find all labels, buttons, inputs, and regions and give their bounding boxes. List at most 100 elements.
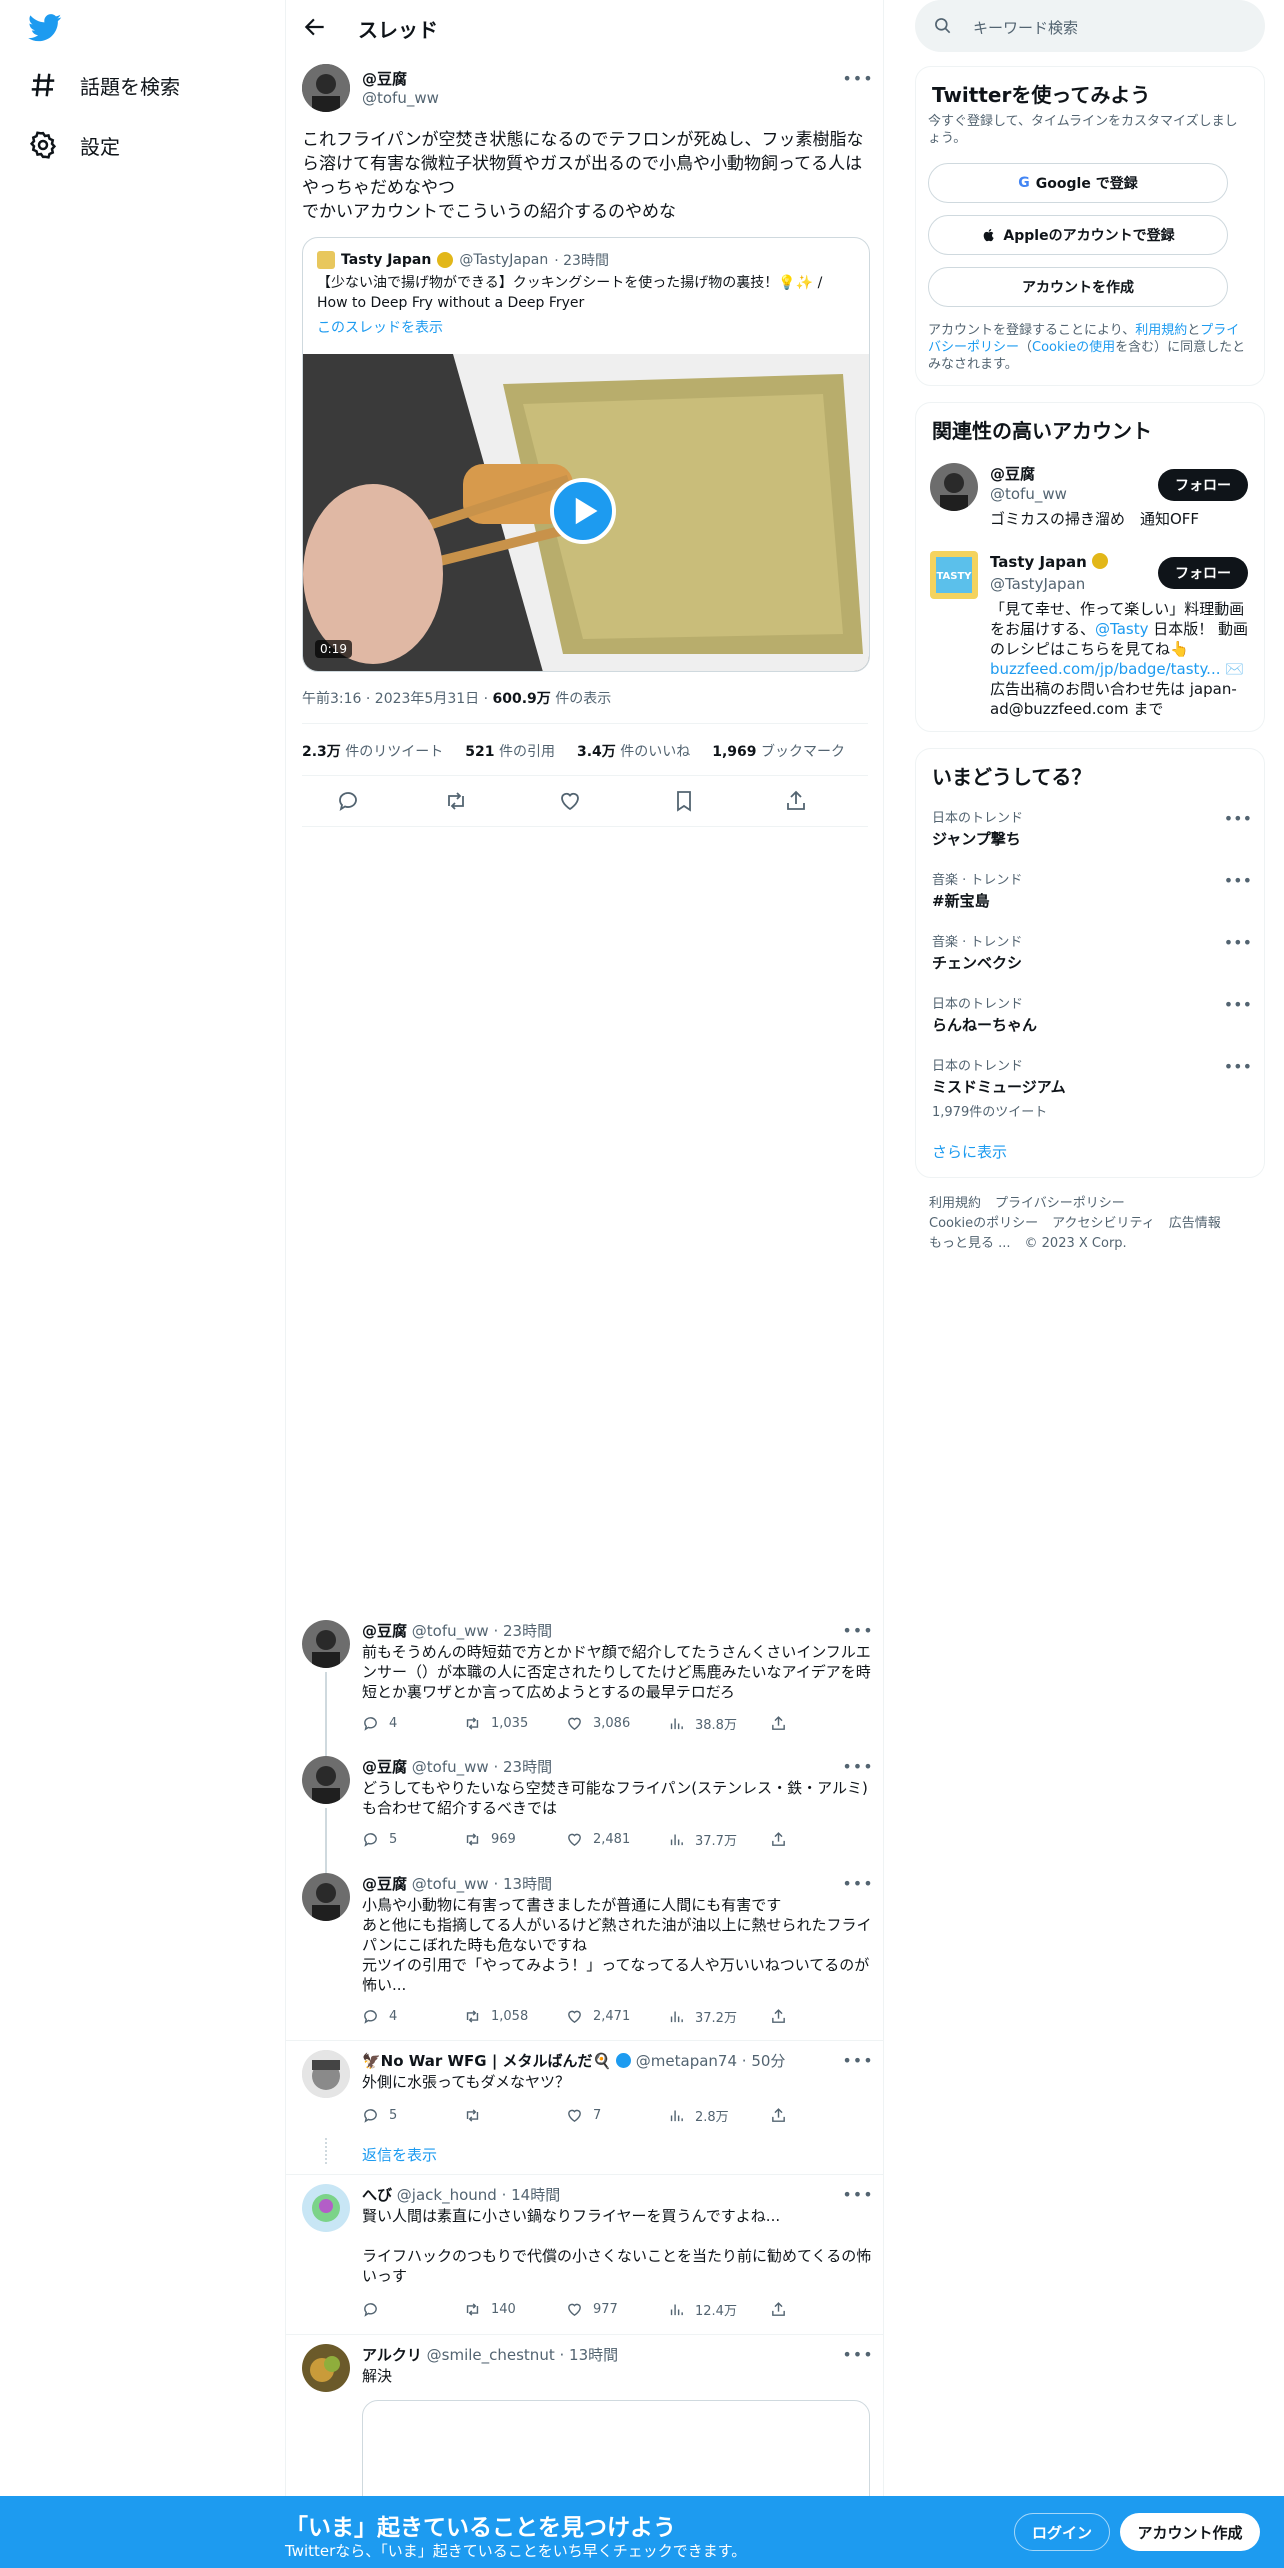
like-count[interactable]: 3,086 [566,1714,668,1733]
twitter-logo-icon[interactable] [28,14,62,42]
trends-card: いまどうしてる？ 日本のトレンド ジャンプ撃ち ••• 音楽 · トレンド #新宝島 •… [915,748,1265,1178]
more-options-icon[interactable]: ••• [842,1618,872,1642]
reply-header: アルクリ @smile_chestnut · 13時間 [362,2346,619,2364]
gear-icon [29,131,57,159]
like-count[interactable]: 2,481 [566,1830,668,1849]
thread-connector [325,2138,327,2164]
mention-link[interactable]: @Tasty [1095,620,1148,638]
login-button[interactable]: ログイン [1014,2513,1110,2551]
share-button[interactable] [770,2106,872,2125]
signup-button[interactable]: アカウント作成 [1120,2513,1260,2551]
retweet-count[interactable] [464,2106,566,2125]
trend-item[interactable]: 音楽 · トレンド #新宝島 ••• [932,869,1252,911]
like-count[interactable]: 977 [566,2300,668,2319]
share-icon[interactable] [784,789,808,813]
avatar[interactable]: TASTY [930,551,978,599]
view-count[interactable]: 12.4万 [668,2300,770,2319]
view-count[interactable]: 2.8万 [668,2106,770,2125]
apple-signup-button[interactable]: Appleのアカウントで登録 [928,215,1228,255]
share-button[interactable] [770,1714,872,1733]
avatar[interactable] [302,64,350,112]
footer-more-link[interactable]: もっと見る ... [929,1236,1011,1251]
more-options-icon[interactable]: ••• [842,1871,872,1895]
like-count[interactable]: 2,471 [566,2007,668,2026]
retweet-count[interactable]: 1,058 [464,2007,566,2026]
follow-button[interactable]: フォロー [1158,469,1248,501]
avatar[interactable] [302,1620,350,1668]
reply-count[interactable]: 5 [362,2106,464,2125]
quotes-stat[interactable]: 521 件の引用 [465,741,555,761]
footer-privacy-link[interactable]: プライバシーポリシー [995,1196,1125,1211]
view-count[interactable]: 37.2万 [668,2007,770,2026]
retweet-count[interactable]: 1,035 [464,1714,566,1733]
trend-item[interactable]: 日本のトレンド らんねーちゃん ••• [932,993,1252,1035]
create-account-button[interactable]: アカウントを作成 [928,267,1228,307]
reply-actions: 5 969 2,481 37.7万 [362,1830,872,1849]
account-handle[interactable]: @TastyJapan [990,575,1085,593]
follow-button[interactable]: フォロー [1158,557,1248,589]
account-name[interactable]: @豆腐 [990,463,1035,484]
footer-cookie-link[interactable]: Cookieのポリシー [929,1216,1038,1231]
show-thread-link[interactable]: このスレッドを表示 [317,317,443,337]
avatar[interactable] [930,463,978,511]
quoted-tweet[interactable]: Tasty Japan @TastyJapan · 23時間 【少ない油で揚げ物… [302,237,870,672]
more-options-icon[interactable]: ••• [1224,809,1252,828]
nav-settings[interactable]: 設定 [28,130,120,160]
back-arrow-icon[interactable] [302,14,328,40]
footer-ads-link[interactable]: 広告情報 [1169,1216,1221,1231]
reply-icon[interactable] [336,789,360,813]
tweet-timestamp[interactable]: 午前3:16 · 2023年5月31日 · [302,691,493,707]
more-options-icon[interactable]: ••• [1224,933,1252,952]
author-name[interactable]: @豆腐 [362,68,407,89]
reply-count[interactable]: 5 [362,1830,464,1849]
avatar[interactable] [302,1756,350,1804]
terms-link[interactable]: 利用規約 [1135,323,1187,338]
show-replies-link[interactable]: 返信を表示 [362,2144,437,2165]
reply-count[interactable]: 4 [362,1714,464,1733]
author-handle[interactable]: @tofu_ww [362,89,439,107]
retweets-stat[interactable]: 2.3万 件のリツイート [302,741,443,761]
more-options-icon[interactable]: ••• [1224,995,1252,1014]
retweet-count[interactable]: 140 [464,2300,566,2319]
avatar[interactable] [302,1873,350,1921]
share-button[interactable] [770,2007,872,2026]
trend-item[interactable]: 日本のトレンド ジャンプ撃ち ••• [932,807,1252,849]
view-count[interactable]: 37.7万 [668,1830,770,1849]
trend-item[interactable]: 日本のトレンド ミスドミュージアム 1,979件のツイート ••• [932,1055,1252,1120]
like-count[interactable]: 7 [566,2106,668,2125]
more-options-icon[interactable]: ••• [842,2048,872,2072]
account-name[interactable]: Tasty Japan [990,553,1108,571]
more-options-icon[interactable]: ••• [842,2342,872,2366]
view-count[interactable]: 38.8万 [668,1714,770,1733]
more-options-icon[interactable]: ••• [842,2182,872,2206]
avatar[interactable] [302,2184,350,2232]
google-signup-button[interactable]: G Google で登録 [928,163,1228,203]
show-more-link[interactable]: さらに表示 [932,1141,1007,1162]
avatar[interactable] [302,2050,350,2098]
bio-url-link[interactable]: buzzfeed.com/jp/badge/tasty... [990,660,1221,678]
avatar[interactable] [302,2344,350,2392]
play-button-icon[interactable] [550,478,616,544]
search-input[interactable]: キーワード検索 [915,0,1265,52]
more-options-icon[interactable]: ••• [1224,871,1252,890]
share-button[interactable] [770,1830,872,1849]
account-handle[interactable]: @tofu_ww [990,485,1067,503]
more-options-icon[interactable]: ••• [842,1754,872,1778]
like-icon[interactable] [558,789,582,813]
nav-explore[interactable]: 話題を検索 [28,70,180,100]
more-options-icon[interactable]: ••• [1224,1057,1252,1076]
reply-count[interactable]: 4 [362,2007,464,2026]
more-options-icon[interactable]: ••• [842,66,872,90]
likes-stat[interactable]: 3.4万 件のいいね [577,741,690,761]
trend-item[interactable]: 音楽 · トレンド チェンベクシ ••• [932,931,1252,973]
retweet-icon[interactable] [444,789,468,813]
share-button[interactable] [770,2300,872,2319]
video-player[interactable]: 0:19 [303,354,869,671]
footer-terms-link[interactable]: 利用規約 [929,1196,981,1211]
reply-count[interactable] [362,2300,464,2319]
footer-accessibility-link[interactable]: アクセシビリティ [1052,1216,1155,1231]
retweet-count[interactable]: 969 [464,1830,566,1849]
bookmark-icon[interactable] [672,789,696,813]
bookmarks-stat[interactable]: 1,969 ブックマーク [712,741,845,761]
cookie-link[interactable]: Cookieの使用 [1032,340,1115,355]
